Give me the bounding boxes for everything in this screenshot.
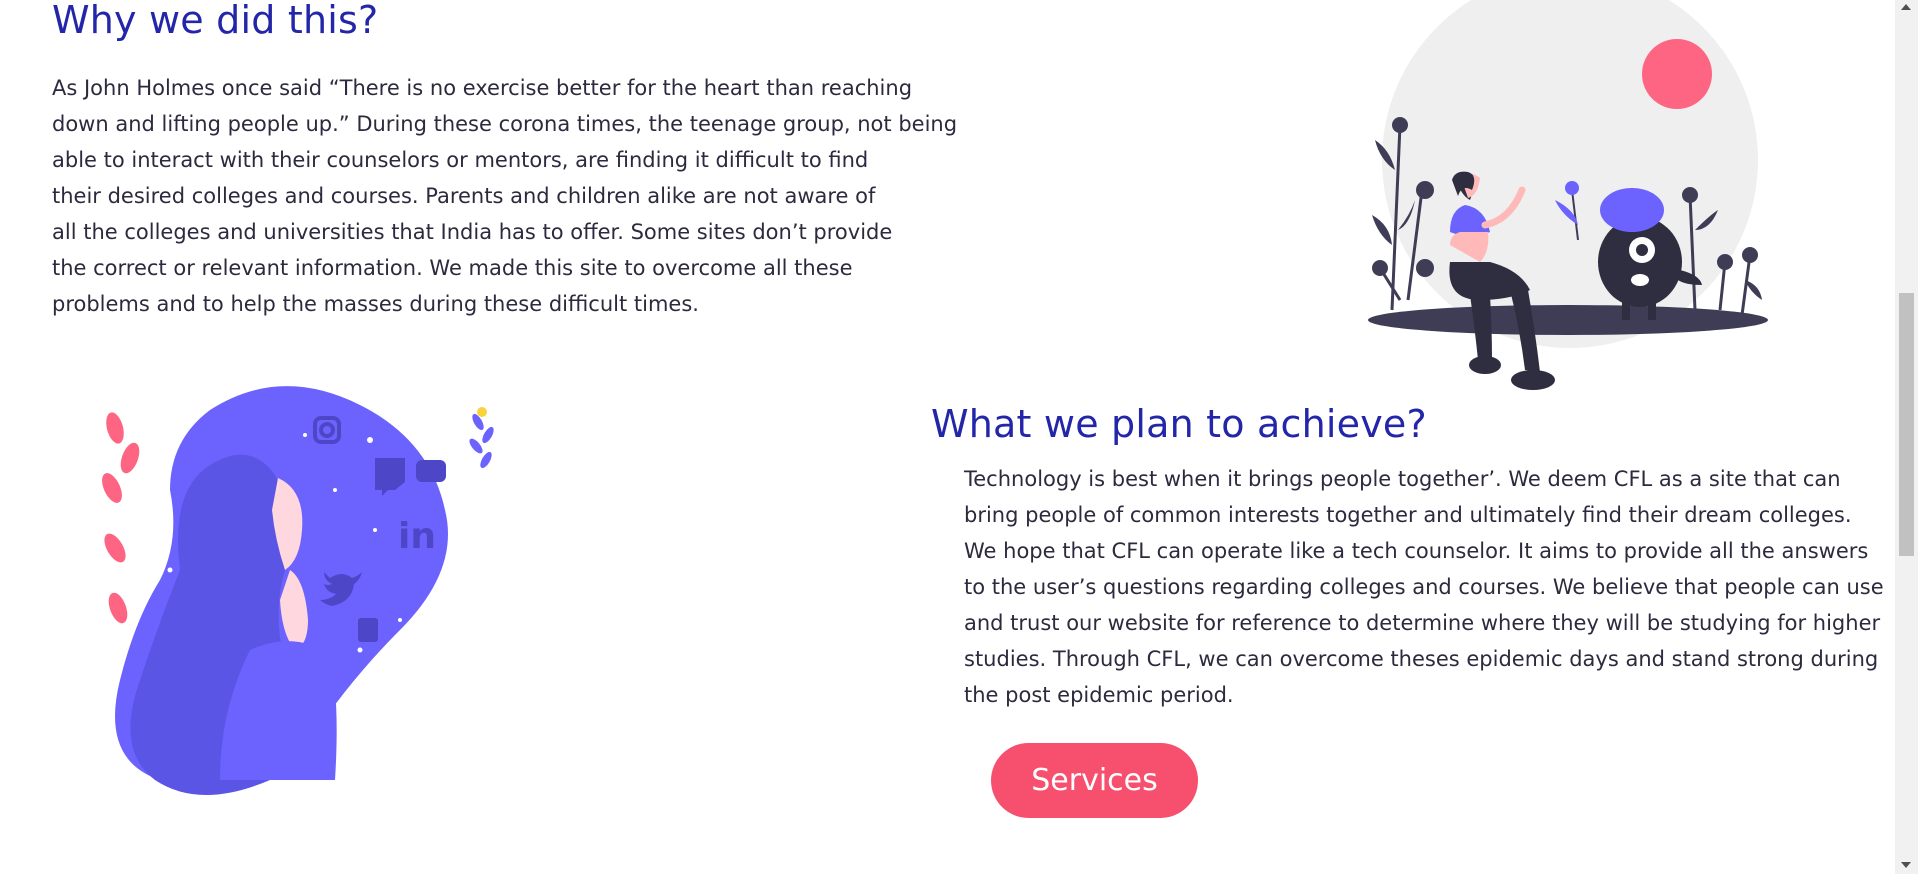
why-line: down and lifting people up.” During thes… — [52, 112, 958, 136]
why-line: all the colleges and universities that I… — [52, 220, 893, 244]
scroll-up-arrow-icon[interactable] — [1901, 4, 1911, 10]
plan-heading: What we plan to achieve? — [931, 402, 1427, 446]
plan-line: and trust our website for reference to d… — [964, 611, 1881, 635]
sun-circle — [1642, 39, 1712, 109]
services-button[interactable]: Services — [991, 743, 1198, 818]
flower-bud — [1565, 181, 1579, 195]
why-line: able to interact with their counselors o… — [52, 148, 869, 172]
why-line: their desired colleges and courses. Pare… — [52, 184, 876, 208]
plan-line: Technology is best when it brings people… — [964, 467, 1841, 491]
why-paragraph: As John Holmes once said “There is no ex… — [52, 70, 957, 322]
why-heading: Why we did this? — [52, 0, 379, 42]
purple-sprig — [469, 413, 494, 469]
plan-line: bring people of common interests togethe… — [964, 503, 1852, 527]
why-line: the correct or relevant information. We … — [52, 256, 853, 280]
plan-line: studies. Through CFL, we can overcome th… — [964, 647, 1879, 671]
scrollbar-thumb[interactable] — [1899, 293, 1914, 556]
why-line: problems and to help the masses during t… — [52, 292, 699, 316]
yellow-flower — [477, 407, 487, 417]
page: Why we did this? As John Holmes once sai… — [0, 0, 1918, 874]
linkedin-icon: in — [398, 516, 436, 557]
scroll-down-arrow-icon[interactable] — [1901, 862, 1911, 868]
vertical-scrollbar[interactable] — [1895, 0, 1918, 874]
plan-paragraph: Technology is best when it brings people… — [964, 461, 1884, 713]
ground-ellipse — [1368, 305, 1768, 335]
plan-line: We hope that CFL can operate like a tech… — [964, 539, 1869, 563]
plan-line: the post epidemic period. — [964, 683, 1234, 707]
plan-line: to the user’s questions regarding colleg… — [964, 575, 1884, 599]
pink-leaves — [102, 412, 140, 624]
woman-social-media-illustration: in — [102, 386, 494, 795]
youtube-icon — [416, 460, 446, 482]
why-line: As John Holmes once said “There is no ex… — [52, 76, 913, 100]
facebook-icon — [358, 618, 378, 642]
person-with-creature-illustration — [1368, 0, 1768, 390]
